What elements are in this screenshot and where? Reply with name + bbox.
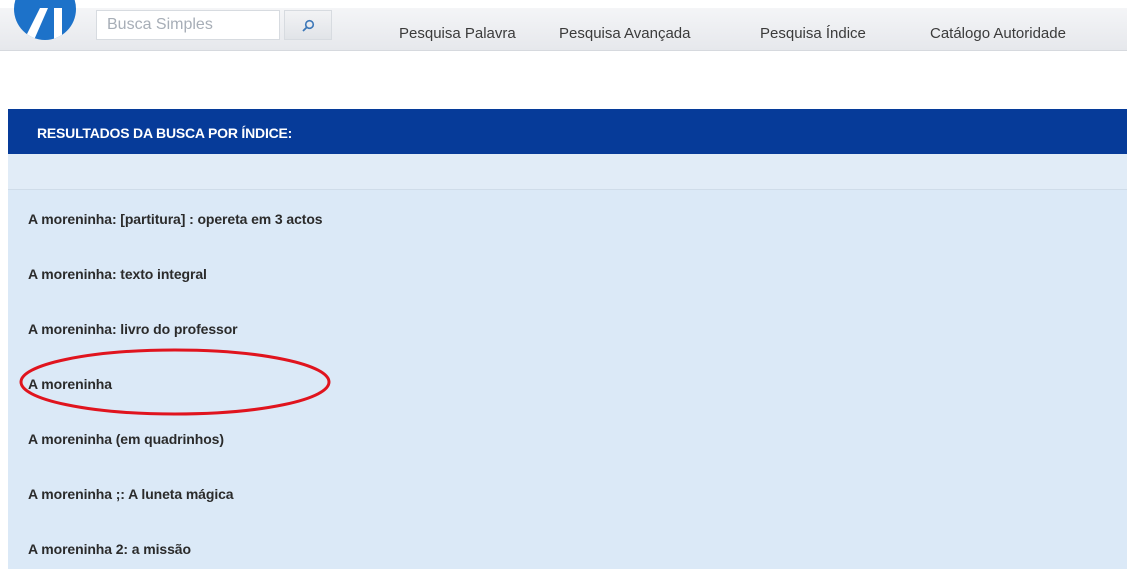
results-header: RESULTADOS DA BUSCA POR ÍNDICE: <box>8 109 1127 154</box>
result-item[interactable]: A moreninha ;: A luneta mágica <box>28 486 234 502</box>
results-title: RESULTADOS DA BUSCA POR ÍNDICE: <box>37 125 293 141</box>
results-subheader <box>8 154 1127 190</box>
nav-link-pesquisa-indice[interactable]: Pesquisa Índice <box>760 25 866 42</box>
nav-link-catalogo-autoridade[interactable]: Catálogo Autoridade <box>930 25 1066 42</box>
top-bar: Pesquisa Palavra Pesquisa Avançada Pesqu… <box>0 0 1137 58</box>
search-button[interactable] <box>284 10 332 40</box>
logo-icon[interactable] <box>14 0 76 40</box>
nav-link-pesquisa-palavra[interactable]: Pesquisa Palavra <box>399 25 516 42</box>
result-item[interactable]: A moreninha: texto integral <box>28 266 207 282</box>
result-item[interactable]: A moreninha <box>28 376 112 392</box>
result-item[interactable]: A moreninha 2: a missão <box>28 541 191 557</box>
search-icon <box>302 19 315 32</box>
nav-link-pesquisa-avancada[interactable]: Pesquisa Avançada <box>559 25 691 42</box>
result-item[interactable]: A moreninha: [partitura] : opereta em 3 … <box>28 211 323 227</box>
result-item[interactable]: A moreninha (em quadrinhos) <box>28 431 224 447</box>
search-input[interactable] <box>96 10 280 40</box>
result-item[interactable]: A moreninha: livro do professor <box>28 321 238 337</box>
results-list <box>8 190 1127 569</box>
